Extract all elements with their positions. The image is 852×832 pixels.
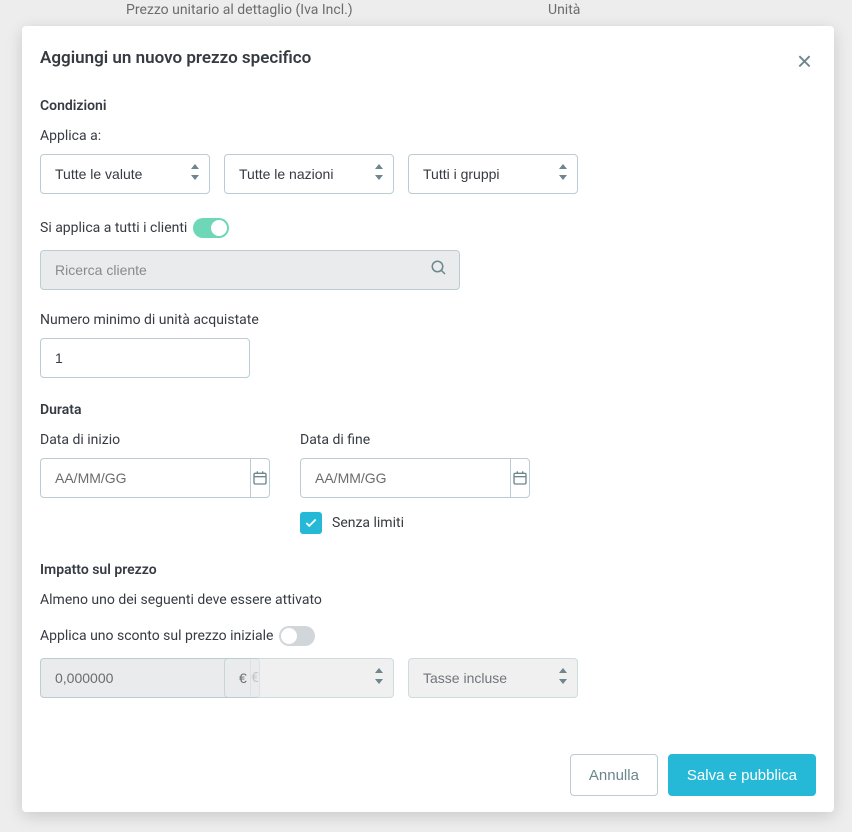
end-date-picker-button[interactable] bbox=[510, 458, 530, 498]
all-customers-label: Si applica a tutti i clienti bbox=[40, 220, 187, 236]
start-date-picker-button[interactable] bbox=[250, 458, 270, 498]
discount-currency-select[interactable]: € bbox=[224, 658, 394, 698]
specific-price-modal: Aggiungi un nuovo prezzo specifico × Con… bbox=[22, 26, 834, 812]
min-qty-label: Numero minimo di unità acquistate bbox=[40, 312, 816, 328]
discount-label: Applica uno sconto sul prezzo iniziale bbox=[40, 628, 273, 644]
unlimited-row: Senza limiti bbox=[300, 512, 816, 534]
search-icon bbox=[430, 259, 448, 281]
discount-row: € € Tasse incluse bbox=[40, 658, 816, 698]
min-qty-input[interactable] bbox=[40, 338, 250, 378]
country-select[interactable]: Tutte le nazioni bbox=[224, 154, 394, 194]
modal-title: Aggiungi un nuovo prezzo specifico bbox=[40, 48, 311, 68]
discount-toggle[interactable] bbox=[279, 626, 315, 646]
impact-section-title: Impatto sul prezzo bbox=[40, 562, 816, 578]
discount-amount-input[interactable] bbox=[40, 658, 250, 698]
start-date-input[interactable] bbox=[40, 458, 250, 498]
modal-header: Aggiungi un nuovo prezzo specifico × bbox=[40, 48, 816, 74]
save-button[interactable]: Salva e pubblica bbox=[668, 754, 816, 796]
customer-search-input[interactable] bbox=[40, 250, 460, 290]
all-customers-row: Si applica a tutti i clienti bbox=[40, 218, 816, 238]
start-date-label: Data di inizio bbox=[40, 432, 270, 448]
bg-label-unit: Unità bbox=[548, 2, 580, 18]
end-date-label: Data di fine bbox=[300, 432, 530, 448]
discount-tax-select[interactable]: Tasse incluse bbox=[408, 658, 578, 698]
all-customers-toggle[interactable] bbox=[193, 218, 229, 238]
bg-label-price: Prezzo unitario al dettaglio (Iva Incl.) bbox=[126, 2, 353, 18]
currency-select[interactable]: Tutte le valute bbox=[40, 154, 210, 194]
modal-body: Condizioni Applica a: Tutte le valute Tu… bbox=[40, 98, 816, 736]
unlimited-checkbox[interactable] bbox=[300, 512, 322, 534]
apply-to-label: Applica a: bbox=[40, 128, 816, 144]
customer-search-wrap bbox=[40, 250, 460, 290]
end-date-input[interactable] bbox=[300, 458, 510, 498]
close-button[interactable]: × bbox=[793, 48, 816, 74]
group-select[interactable]: Tutti i gruppi bbox=[408, 154, 578, 194]
unlimited-label: Senza limiti bbox=[332, 515, 404, 531]
cancel-button[interactable]: Annulla bbox=[570, 754, 658, 796]
conditions-section-title: Condizioni bbox=[40, 98, 816, 114]
apply-to-selects: Tutte le valute Tutte le nazioni Tutti i… bbox=[40, 154, 816, 194]
modal-footer: Annulla Salva e pubblica bbox=[40, 736, 816, 796]
duration-section-title: Durata bbox=[40, 402, 816, 418]
date-row: Data di inizio Data di fine bbox=[40, 432, 816, 498]
discount-toggle-row: Applica uno sconto sul prezzo iniziale bbox=[40, 626, 816, 646]
impact-subtitle: Almeno uno dei seguenti deve essere atti… bbox=[40, 592, 816, 608]
